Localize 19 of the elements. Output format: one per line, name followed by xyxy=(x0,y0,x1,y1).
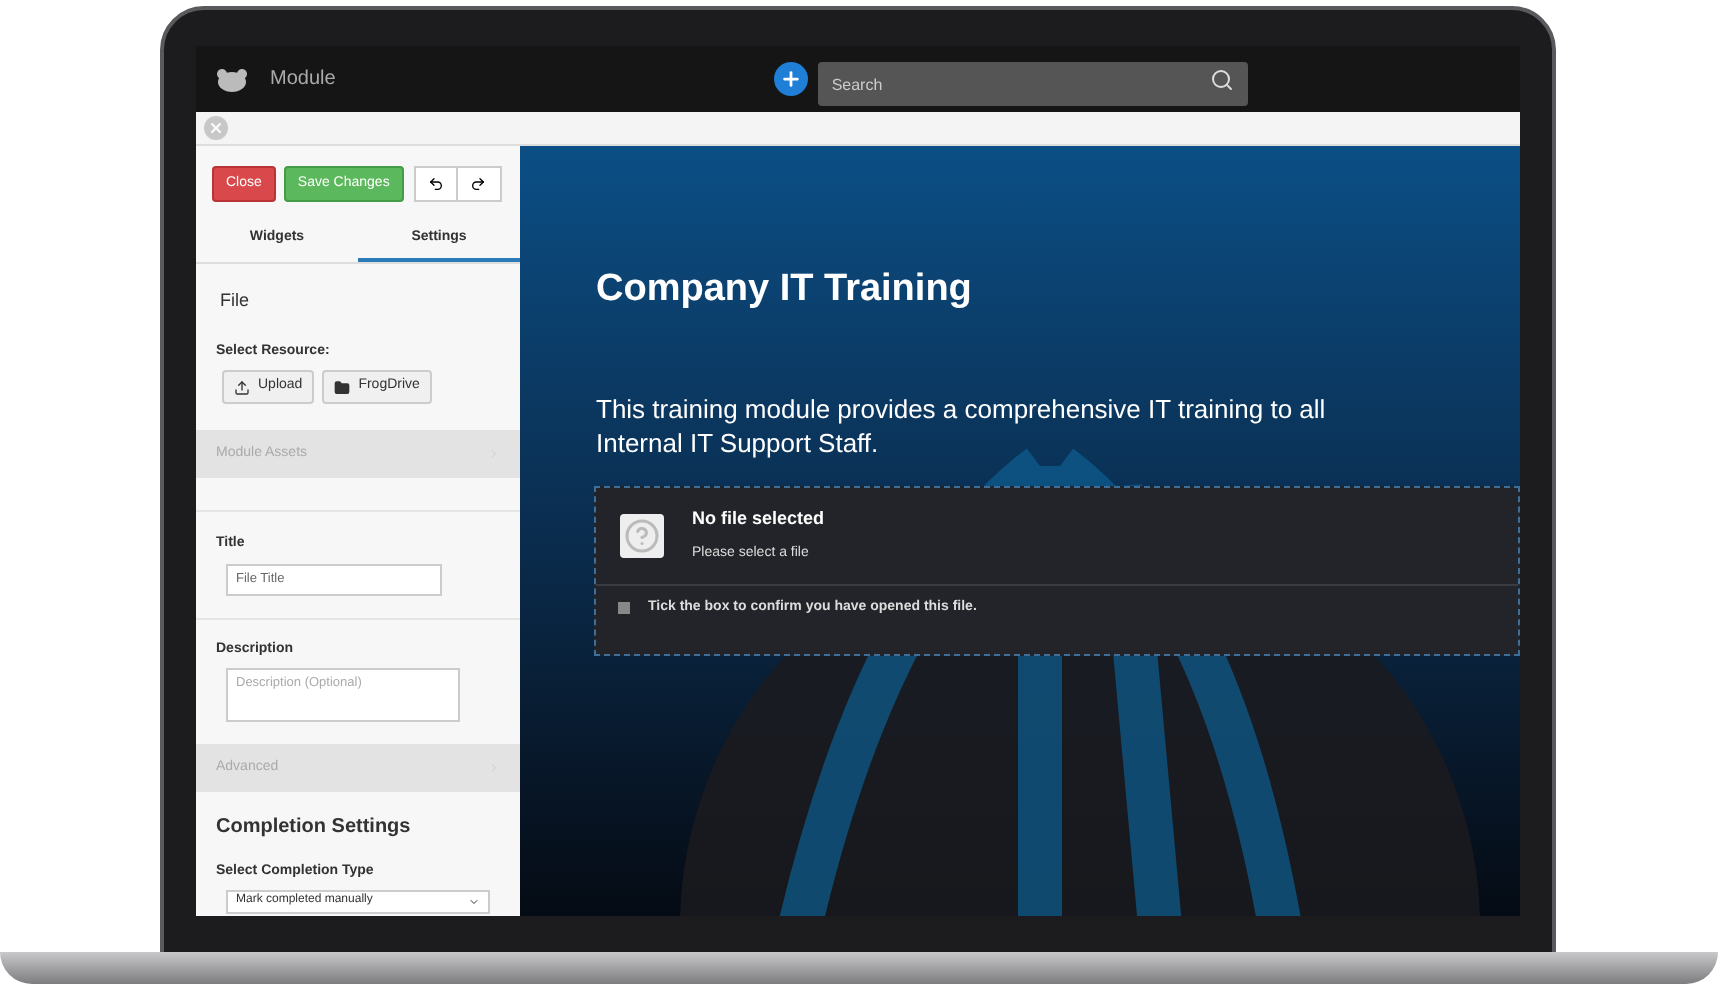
file-title: No file selected xyxy=(692,506,825,532)
undo-icon xyxy=(427,176,444,192)
folder-icon xyxy=(334,379,351,395)
confirm-checkbox[interactable] xyxy=(618,602,630,614)
file-heading: File xyxy=(218,288,252,314)
add-button[interactable] xyxy=(773,62,808,96)
undo-button[interactable] xyxy=(413,166,458,202)
caret-icon xyxy=(468,895,480,907)
content-title: Company IT Training xyxy=(594,266,974,314)
app-title: Module xyxy=(270,66,336,94)
search-icon[interactable] xyxy=(1209,67,1234,91)
content-description: This training module provides a comprehensive IT training to all Internal IT Support Staff. xyxy=(594,391,1328,459)
search-field[interactable]: Search xyxy=(817,62,1248,106)
unknown-file-icon xyxy=(620,513,664,557)
redo-icon xyxy=(470,176,487,192)
completion-heading: Completion Settings xyxy=(214,814,413,842)
redo-button[interactable] xyxy=(457,166,502,202)
upload-icon xyxy=(234,379,250,395)
plus-icon xyxy=(779,68,802,90)
